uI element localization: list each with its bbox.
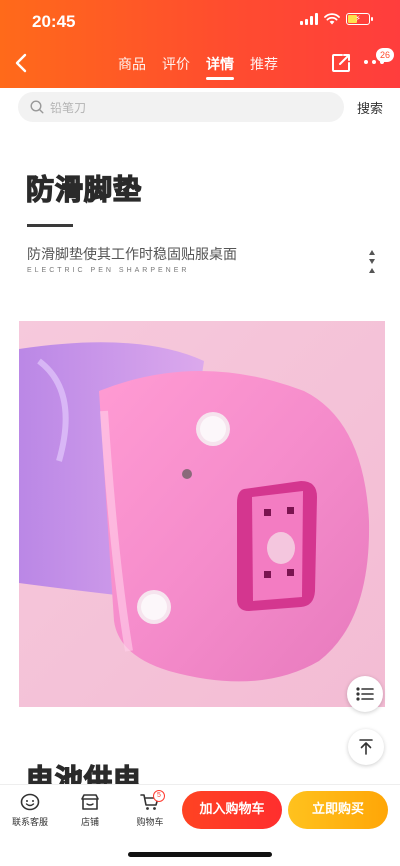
tab-goods[interactable]: 商品 <box>118 54 146 74</box>
back-to-top-button[interactable] <box>348 729 384 765</box>
catalog-button[interactable] <box>347 676 383 712</box>
detail-tabs: 商品 评价 详情 推荐 <box>118 54 278 80</box>
back-icon[interactable] <box>12 52 32 74</box>
more-badge: 26 <box>376 48 394 62</box>
shop-icon <box>81 794 99 810</box>
status-time: 20:45 <box>32 12 76 31</box>
add-to-cart-button[interactable]: 加入购物车 <box>182 791 282 829</box>
top-header: 20:45 ⚡ 商品 评价 详情 推荐 26 <box>0 0 400 88</box>
arrow-up-icon <box>359 739 373 755</box>
section-subtitle-en: ELECTRIC PEN SHARPENER <box>27 267 190 274</box>
decorative-arrows-icon <box>369 250 375 273</box>
tab-recommend[interactable]: 推荐 <box>250 54 278 74</box>
search-icon <box>30 100 44 114</box>
share-icon[interactable] <box>330 52 352 74</box>
home-indicator <box>128 852 272 857</box>
tab-details[interactable]: 详情 <box>206 54 234 80</box>
search-input[interactable]: 铅笔刀 <box>18 92 344 122</box>
search-placeholder: 铅笔刀 <box>50 100 87 115</box>
list-icon <box>356 687 374 701</box>
customer-service-label: 联系客服 <box>11 818 48 828</box>
wifi-icon <box>324 13 340 25</box>
buy-now-button[interactable]: 立即购买 <box>288 791 388 829</box>
cart-button[interactable]: 5 购物车 <box>125 790 175 828</box>
cellular-signal-icon <box>300 13 318 25</box>
search-button[interactable]: 搜索 <box>357 98 383 117</box>
shop-label: 店铺 <box>80 818 99 828</box>
search-row: 铅笔刀 搜索 <box>0 88 400 128</box>
battery-icon: ⚡ <box>346 13 373 25</box>
customer-service-button[interactable]: 联系客服 <box>5 793 55 828</box>
section-title: 防滑脚垫 <box>25 172 143 206</box>
shop-button[interactable]: 店铺 <box>65 793 115 828</box>
tab-reviews[interactable]: 评价 <box>162 54 190 74</box>
section-subtitle: 防滑脚垫使其工作时稳固贴服桌面 <box>27 247 237 263</box>
title-divider <box>27 224 73 227</box>
cart-count-badge: 5 <box>153 790 165 802</box>
customer-service-icon <box>20 793 40 811</box>
product-photo <box>19 321 385 707</box>
status-icons: ⚡ <box>300 13 373 25</box>
cart-label: 购物车 <box>136 818 164 828</box>
